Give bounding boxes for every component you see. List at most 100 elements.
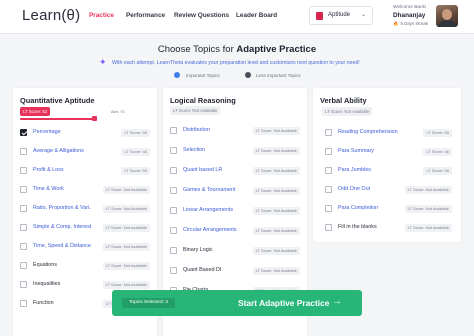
topic-checkbox[interactable] bbox=[170, 147, 177, 154]
topic-checkbox[interactable] bbox=[325, 129, 332, 136]
subject-selected-label: Aptitude bbox=[328, 12, 351, 18]
nav-practice[interactable]: Practice bbox=[89, 12, 114, 19]
topic-checkbox[interactable] bbox=[325, 224, 332, 231]
topic-row[interactable]: Para Jumbles LT Score: 55 bbox=[325, 162, 452, 180]
topic-checkbox[interactable] bbox=[170, 127, 177, 134]
score-badge: LT Score: Not Available bbox=[170, 106, 221, 115]
topic-label: Simple & Comp. Interest bbox=[33, 224, 92, 230]
nav-review-questions[interactable]: Review Questions bbox=[174, 12, 229, 19]
topic-row[interactable]: Binary Logic LT Score: Not Available bbox=[170, 242, 300, 260]
topic-checkbox[interactable] bbox=[170, 207, 177, 214]
topic-row[interactable]: Selection LT Score: Not Available bbox=[170, 142, 300, 160]
topic-label: Para Jumbles bbox=[338, 167, 371, 173]
topic-checkbox[interactable] bbox=[170, 187, 177, 194]
topic-row[interactable]: Time & Work LT Score: Not Available bbox=[20, 181, 150, 199]
topic-checkbox[interactable] bbox=[170, 247, 177, 254]
topic-row[interactable]: Percentage LT Score: 55 bbox=[20, 124, 150, 142]
topic-label: Ratio, Proportion & Vari. bbox=[33, 205, 91, 211]
topic-row[interactable]: Quant Based DI LT Score: Not Available bbox=[170, 262, 300, 280]
topic-checkbox[interactable] bbox=[20, 243, 27, 250]
topic-checkbox[interactable] bbox=[20, 148, 27, 155]
topic-score-badge: LT Score: Not Available bbox=[252, 147, 300, 155]
topic-row[interactable]: Fill in the blanks LT Score: Not Availab… bbox=[325, 219, 452, 237]
avatar[interactable] bbox=[436, 5, 458, 27]
topic-row[interactable]: Para Summary LT Score: 46 bbox=[325, 143, 452, 161]
topic-row[interactable]: Odd One Out LT Score: Not Available bbox=[325, 181, 452, 199]
topic-checkbox[interactable] bbox=[325, 205, 332, 212]
topic-row[interactable]: Linear Arrangements LT Score: Not Availa… bbox=[170, 202, 300, 220]
topic-score-badge: LT Score: Not Available bbox=[404, 186, 452, 194]
topic-checkbox[interactable] bbox=[325, 167, 332, 174]
topic-score-badge: LT Score: Not Available bbox=[102, 243, 150, 251]
page-title: Choose Topics for Adaptive Practice bbox=[157, 44, 317, 55]
topic-label: Circular Arrangements bbox=[183, 227, 237, 233]
topic-label: Distribution bbox=[183, 127, 210, 133]
topic-row[interactable]: Equations LT Score: Not Available bbox=[20, 257, 150, 275]
topic-row[interactable]: Quant based LR LT Score: Not Available bbox=[170, 162, 300, 180]
app-logo[interactable]: Learn(θ) bbox=[22, 7, 80, 24]
topic-checkbox[interactable] bbox=[20, 129, 27, 136]
topic-score-badge: LT Score: Not Available bbox=[102, 186, 150, 194]
topic-row[interactable]: Profit & Loss LT Score: 55 bbox=[20, 162, 150, 180]
topic-label: Average & Alligations bbox=[33, 148, 84, 154]
topic-checkbox[interactable] bbox=[170, 167, 177, 174]
score-marker-icon bbox=[92, 116, 97, 121]
topic-score-badge: LT Score: 55 bbox=[423, 167, 452, 175]
topic-row[interactable]: Games & Tournament LT Score: Not Availab… bbox=[170, 182, 300, 200]
topic-label: Profit & Loss bbox=[33, 167, 64, 173]
topic-label: Selection bbox=[183, 147, 206, 153]
nav-performance[interactable]: Performance bbox=[126, 12, 165, 19]
topic-checkbox[interactable] bbox=[20, 186, 27, 193]
topic-label: Percentage bbox=[33, 129, 61, 135]
topic-row[interactable]: Ratio, Proportion & Vari. LT Score: Not … bbox=[20, 200, 150, 218]
topic-label: Linear Arrangements bbox=[183, 207, 234, 213]
topic-label: Reading Comprehension bbox=[338, 129, 398, 135]
important-legend-icon bbox=[174, 72, 180, 78]
topic-label: Function bbox=[33, 300, 54, 306]
topic-checkbox[interactable] bbox=[170, 267, 177, 274]
topic-row[interactable]: Simple & Comp. Interest LT Score: Not Av… bbox=[20, 219, 150, 237]
topic-row[interactable]: Circular Arrangements LT Score: Not Avai… bbox=[170, 222, 300, 240]
topic-checkbox[interactable] bbox=[325, 148, 332, 155]
start-practice-bar[interactable]: Topics Selected: 3 Start Adaptive Practi… bbox=[112, 290, 362, 316]
topic-label: Para Summary bbox=[338, 148, 374, 154]
topic-label: Quant based LR bbox=[183, 167, 223, 173]
topic-checkbox[interactable] bbox=[20, 262, 27, 269]
streak-text: 🔥 5 Days Streak bbox=[393, 21, 429, 26]
topic-checkbox[interactable] bbox=[170, 227, 177, 234]
fire-icon: 🔥 bbox=[393, 21, 399, 26]
start-adaptive-practice-button[interactable]: Start Adaptive Practice bbox=[238, 298, 329, 308]
score-badge: LT Score: Not Available bbox=[322, 107, 373, 116]
card-title: Quantitative Aptitude bbox=[20, 96, 95, 105]
topic-label: Quant Based DI bbox=[183, 267, 222, 273]
topic-label: Time, Speed & Distance bbox=[33, 243, 91, 249]
card-title: Logical Reasoning bbox=[170, 96, 236, 105]
topic-label: Time & Work bbox=[33, 186, 64, 192]
topic-row[interactable]: Average & Alligations LT Score: 46 bbox=[20, 143, 150, 161]
topic-checkbox[interactable] bbox=[325, 186, 332, 193]
topic-score-badge: LT Score: Not Available bbox=[102, 205, 150, 213]
less-important-legend-icon bbox=[245, 72, 251, 78]
topic-row[interactable]: Reading Comprehension LT Score: 55 bbox=[325, 124, 452, 142]
topic-row[interactable]: Time, Speed & Distance LT Score: Not Ava… bbox=[20, 238, 150, 256]
topic-checkbox[interactable] bbox=[20, 224, 27, 231]
topic-score-badge: LT Score: Not Available bbox=[102, 262, 150, 270]
topic-score-badge: LT Score: Not Available bbox=[102, 224, 150, 232]
topic-score-badge: LT Score: Not Available bbox=[252, 227, 300, 235]
topic-checkbox[interactable] bbox=[20, 300, 27, 307]
nav-leader-board[interactable]: Leader Board bbox=[236, 12, 277, 19]
topic-score-badge: LT Score: Not Available bbox=[252, 187, 300, 195]
topic-checkbox[interactable] bbox=[20, 167, 27, 174]
subject-select[interactable]: Aptitude ⌄ bbox=[309, 6, 373, 25]
score-badge: LT Score: 52 bbox=[20, 107, 51, 116]
topic-checkbox[interactable] bbox=[20, 281, 27, 288]
topic-row[interactable]: Para Completion LT Score: Not Available bbox=[325, 200, 452, 218]
sparkle-icon: ✦ bbox=[99, 57, 107, 67]
topic-row[interactable]: Distribution LT Score: Not Available bbox=[170, 122, 300, 140]
arrow-right-icon[interactable]: → bbox=[332, 296, 342, 307]
topic-label: Inequalities bbox=[33, 281, 61, 287]
topic-score-badge: LT Score: 55 bbox=[121, 167, 150, 175]
target-label: Aim: 70 bbox=[111, 109, 125, 114]
topic-checkbox[interactable] bbox=[20, 205, 27, 212]
important-legend-label: Important Topics bbox=[186, 72, 220, 78]
